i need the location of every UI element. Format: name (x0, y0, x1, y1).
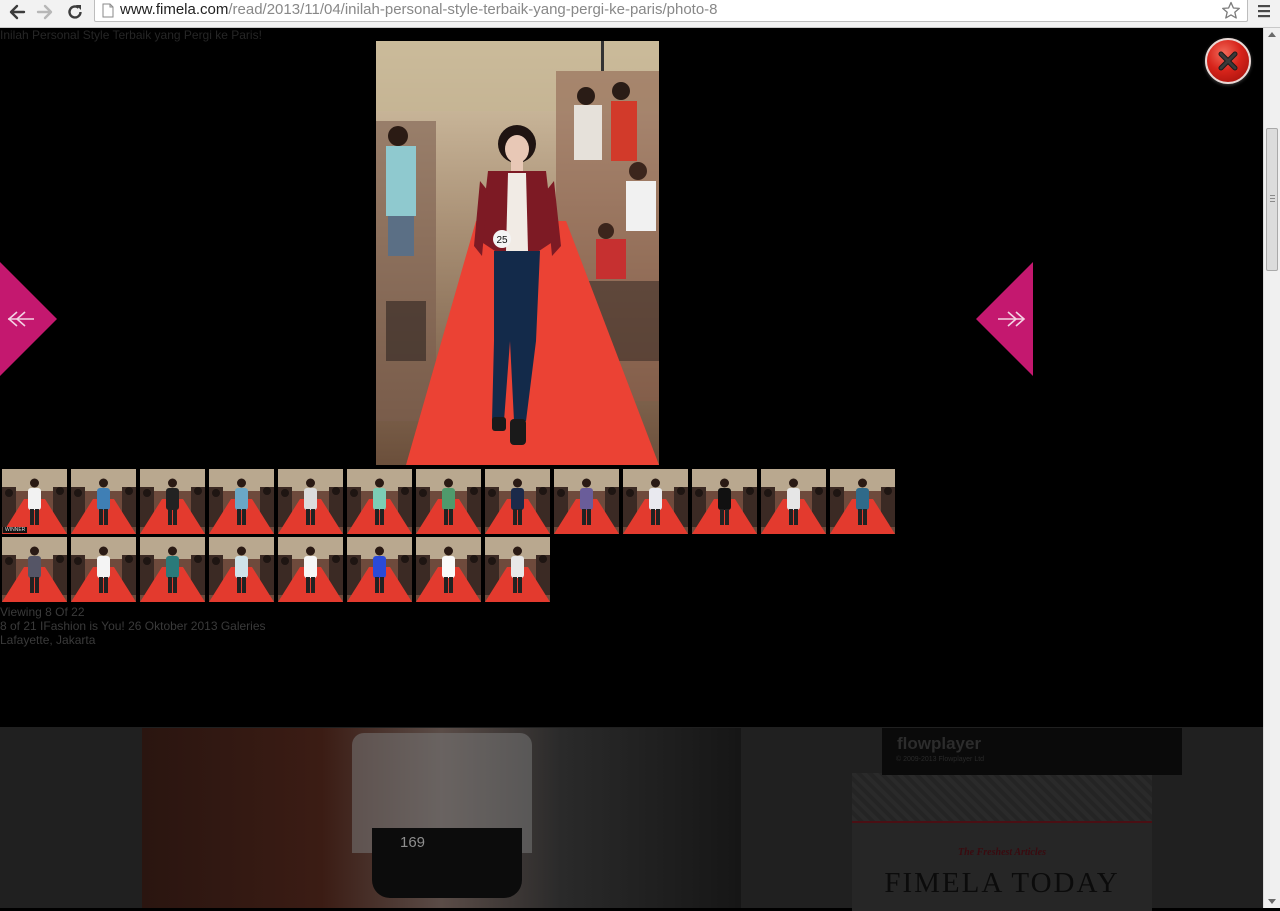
thumbnail-9[interactable] (554, 469, 619, 534)
thumbnail-21[interactable] (485, 537, 550, 602)
model-number: 25 (496, 235, 508, 246)
flowplayer-copyright: © 2009-2013 Flowplayer Ltd (896, 756, 985, 763)
flowplayer-logo: flowplayer (897, 734, 982, 753)
reload-icon[interactable] (64, 1, 86, 23)
thumbnail-15[interactable] (71, 537, 136, 602)
scrollbar-grip-icon (1270, 195, 1275, 202)
previous-photo-button[interactable] (0, 262, 57, 381)
thumbnail-8[interactable] (485, 469, 550, 534)
thumbnail-13[interactable] (830, 469, 895, 534)
article-photo-shorts (372, 828, 522, 898)
photo-info: Viewing 8 Of 22 8 of 21 IFashion is You!… (0, 605, 266, 647)
hamburger-menu-icon[interactable] (1256, 2, 1272, 20)
main-photo: 25 (376, 41, 659, 465)
scroll-up-icon[interactable] (1268, 32, 1276, 37)
scroll-down-icon[interactable] (1268, 899, 1276, 904)
lightbox-title: Inilah Personal Style Terbaik yang Pergi… (0, 28, 262, 42)
close-button[interactable] (1205, 38, 1251, 84)
thumbnail-5[interactable] (278, 469, 343, 534)
thumbnail-10[interactable] (623, 469, 688, 534)
thumbnail-18[interactable] (278, 537, 343, 602)
back-arrow-icon[interactable] (6, 1, 28, 23)
widget-title: FIMELA TODAY (884, 867, 1120, 899)
thumbnail-4[interactable] (209, 469, 274, 534)
forward-arrow-icon[interactable] (34, 1, 56, 23)
scrollbar-thumb[interactable] (1266, 128, 1278, 271)
thumbnail-2[interactable] (71, 469, 136, 534)
article-photo-number: 169 (400, 834, 426, 851)
close-icon (1218, 51, 1238, 71)
star-icon[interactable] (1221, 1, 1241, 25)
thumbnail-20[interactable] (416, 537, 481, 602)
thumbnail-14[interactable] (2, 537, 67, 602)
address-bar[interactable]: www.fimela.com/read/2013/11/04/inilah-pe… (94, 0, 1248, 22)
url-host: www.fimela.com (120, 1, 229, 18)
video-player[interactable]: flowplayer © 2009-2013 Flowplayer Ltd (882, 728, 1182, 775)
winner-badge: WINNER (3, 527, 28, 533)
thumbnail-16[interactable] (140, 537, 205, 602)
viewing-counter: Viewing 8 Of 22 (0, 605, 85, 619)
thumbnail-11[interactable] (692, 469, 757, 534)
next-photo-button[interactable] (976, 262, 1033, 381)
photo-caption-location: Lafayette, Jakarta (0, 633, 96, 647)
photo-caption: 8 of 21 IFashion is You! 26 Oktober 2013… (0, 619, 266, 633)
page-scrollbar[interactable] (1263, 28, 1280, 908)
thumbnail-6[interactable] (347, 469, 412, 534)
widget-subtitle: The Freshest Articles (958, 847, 1046, 858)
fimela-today-widget: The Freshest Articles FIMELA TODAY (852, 821, 1152, 911)
thumbnail-1[interactable]: WINNER (2, 469, 67, 534)
thumbnail-3[interactable] (140, 469, 205, 534)
lightbox-overlay: Inilah Personal Style Terbaik yang Pergi… (0, 28, 1263, 727)
url-text: www.fimela.com/read/2013/11/04/inilah-pe… (120, 0, 718, 20)
url-path: /read/2013/11/04/inilah-personal-style-t… (228, 1, 718, 18)
page-icon (102, 3, 114, 23)
thumbnail-17[interactable] (209, 537, 274, 602)
thumbnail-12[interactable] (761, 469, 826, 534)
thumbnail-19[interactable] (347, 537, 412, 602)
browser-toolbar: www.fimela.com/read/2013/11/04/inilah-pe… (0, 0, 1280, 28)
thumbnail-7[interactable] (416, 469, 481, 534)
